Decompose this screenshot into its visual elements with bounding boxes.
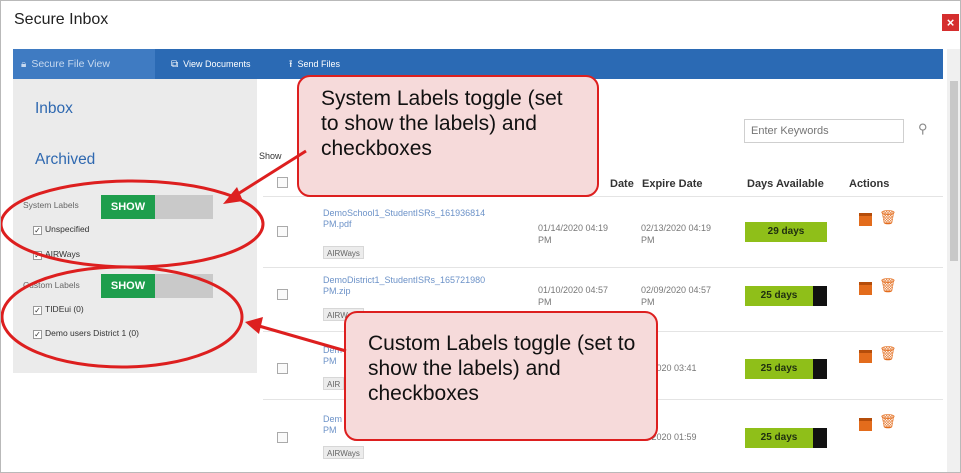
archive-icon[interactable] — [859, 213, 872, 226]
tab-label: Send Files — [297, 59, 341, 69]
close-button[interactable]: × — [942, 14, 959, 31]
row-checkbox[interactable] — [277, 289, 288, 300]
custom-label-demo-district[interactable]: ✓ Demo users District 1 (0) — [33, 328, 139, 339]
checkbox-checked-icon[interactable]: ✓ — [33, 251, 42, 260]
received-date: 01/14/2020 04:19 PM — [538, 223, 609, 245]
custom-labels-toggle[interactable]: SHOW — [101, 274, 213, 298]
toggle-show-label: SHOW — [101, 195, 155, 219]
system-labels-heading: System Labels — [23, 200, 79, 210]
upload-icon: ⭱ — [289, 59, 293, 70]
search-input[interactable] — [744, 119, 904, 143]
callout-text: System Labels toggle (set to show the la… — [321, 87, 563, 160]
file-link[interactable]: Dem PM — [323, 414, 343, 436]
title-bar: Secure Inbox × — [1, 1, 960, 43]
trash-icon[interactable]: 🗑︎ — [879, 345, 897, 362]
tab-secure-file-view[interactable]: 🔒︎ Secure File View — [13, 49, 155, 79]
archive-icon[interactable] — [859, 418, 872, 431]
checkbox-label: Unspecified — [45, 224, 90, 234]
scrollbar-thumb[interactable] — [950, 81, 958, 261]
search-icon[interactable]: ⚲ — [918, 121, 928, 137]
days-available-badge: 29 days — [745, 222, 827, 242]
checkbox-label: TIDEui (0) — [45, 304, 84, 314]
tab-label: Secure File View — [31, 58, 110, 70]
row-divider — [263, 267, 943, 268]
select-all-checkbox[interactable] — [277, 177, 288, 188]
row-checkbox[interactable] — [277, 432, 288, 443]
custom-label-tideui[interactable]: ✓ TIDEui (0) — [33, 304, 84, 315]
sidebar-item-inbox[interactable]: Inbox — [35, 100, 73, 118]
file-link[interactable]: DemoDistrict1_StudentISRs_165721980 PM.z… — [323, 275, 493, 297]
tab-label: View Documents — [183, 59, 251, 69]
column-header-actions: Actions — [849, 178, 890, 190]
callout-text: Custom Labels toggle (set to show the la… — [368, 332, 636, 405]
window-title: Secure Inbox — [14, 11, 109, 28]
checkbox-checked-icon[interactable]: ✓ — [33, 226, 42, 235]
archive-icon[interactable] — [859, 350, 872, 363]
days-available-badge: 25 days — [745, 359, 827, 379]
column-header-expire[interactable]: Expire Date — [642, 178, 703, 190]
documents-icon: ⧉ — [171, 59, 179, 70]
checkbox-label: Demo users District 1 (0) — [45, 328, 139, 338]
toggle-show-label: SHOW — [101, 274, 155, 298]
file-tag: AIR — [323, 377, 345, 390]
trash-icon[interactable]: 🗑︎ — [879, 277, 897, 294]
file-link[interactable]: Dem PM — [323, 345, 343, 367]
callout-system-labels: System Labels toggle (set to show the la… — [297, 75, 599, 197]
system-label-airways[interactable]: ✓ AIRWays — [33, 249, 80, 260]
secure-inbox-window: Secure Inbox × 🔒︎ Secure File View ⧉ View … — [0, 0, 961, 473]
column-header-received[interactable]: Date — [610, 178, 634, 190]
checkbox-label: AIRWays — [45, 249, 80, 259]
file-tag: AIRWays — [323, 446, 364, 459]
system-label-unspecified[interactable]: ✓ Unspecified — [33, 224, 89, 235]
trash-icon[interactable]: 🗑︎ — [879, 413, 897, 430]
lock-icon: 🔒︎ — [21, 59, 27, 70]
file-tag: AIRWays — [323, 246, 364, 259]
archive-icon[interactable] — [859, 282, 872, 295]
sidebar: Inbox Archived System Labels SHOW ✓ Unspe… — [13, 79, 257, 373]
trash-icon[interactable]: 🗑︎ — [879, 209, 897, 226]
sidebar-item-archived[interactable]: Archived — [35, 151, 95, 169]
tab-view-documents[interactable]: ⧉ View Documents — [171, 49, 251, 79]
checkbox-checked-icon[interactable]: ✓ — [33, 330, 42, 339]
column-header-days[interactable]: Days Available — [747, 178, 824, 190]
column-header-show: Show — [259, 151, 282, 161]
checkbox-checked-icon[interactable]: ✓ — [33, 306, 42, 315]
received-date: 01/10/2020 04:57 PM — [538, 285, 609, 307]
system-labels-toggle[interactable]: SHOW — [101, 195, 213, 219]
expire-date: 02/09/2020 04:57 PM — [641, 285, 712, 307]
custom-labels-heading: Custom Labels — [23, 280, 80, 290]
row-checkbox[interactable] — [277, 363, 288, 374]
days-available-badge: 25 days — [745, 286, 827, 306]
days-available-badge: 25 days — [745, 428, 827, 448]
file-link[interactable]: DemoSchool1_StudentISRs_161936814 PM.pdf — [323, 208, 493, 230]
row-checkbox[interactable] — [277, 226, 288, 237]
callout-custom-labels: Custom Labels toggle (set to show the la… — [344, 311, 658, 441]
expire-date: 02/13/2020 04:19 PM — [641, 223, 712, 245]
